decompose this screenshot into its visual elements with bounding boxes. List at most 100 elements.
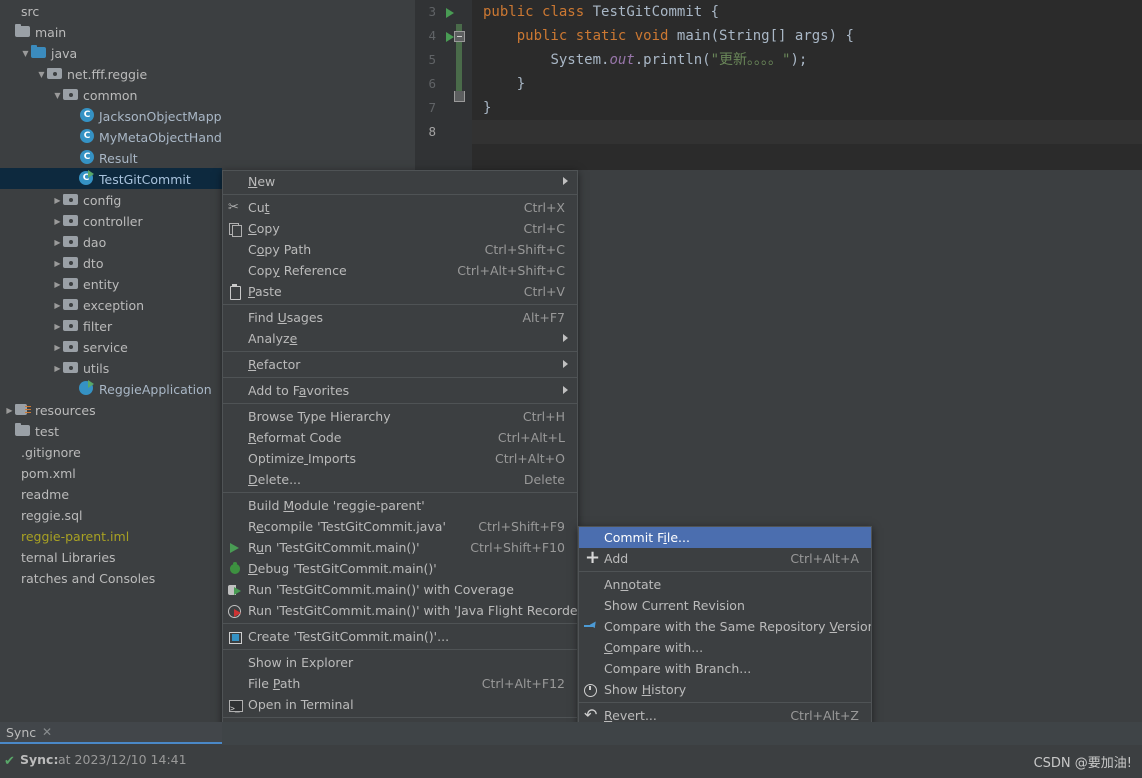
sync-tab-label[interactable]: Sync xyxy=(6,725,36,740)
tree-item-dao[interactable]: ▶ dao xyxy=(0,231,222,252)
sync-tab-bar[interactable]: Sync ✕ xyxy=(0,722,222,744)
menu-item-show-current-revision[interactable]: Show Current Revision xyxy=(579,595,871,616)
chevron-down-icon[interactable]: ▼ xyxy=(36,64,47,85)
menu-item-browse-type-hierarchy[interactable]: Browse Type Hierarchy Ctrl+H xyxy=(223,406,577,427)
code-line-6[interactable]: } xyxy=(472,72,1142,96)
tree-item-mymetaobjecthandler[interactable]: ▶ MyMetaObjectHandler xyxy=(0,126,222,147)
chevron-right-icon[interactable]: ▶ xyxy=(4,400,15,421)
menu-item-copy[interactable]: Copy Ctrl+C xyxy=(223,218,577,239)
menu-item-copy-path[interactable]: Copy Path Ctrl+Shift+C xyxy=(223,239,577,260)
menu-item-delete[interactable]: Delete... Delete xyxy=(223,469,577,490)
git-submenu[interactable]: Commit File... Add Ctrl+Alt+A Annotate Show … xyxy=(578,526,872,751)
menu-item-compare-with[interactable]: Compare with... xyxy=(579,637,871,658)
menu-item-build-module-reggie-parent[interactable]: Build Module 'reggie-parent' xyxy=(223,495,577,516)
chevron-right-icon[interactable]: ▶ xyxy=(52,358,63,379)
tree-item-service[interactable]: ▶ service xyxy=(0,336,222,357)
tree-item-dto[interactable]: ▶ dto xyxy=(0,252,222,273)
code-line-4[interactable]: public static void main(String[] args) { xyxy=(472,24,1142,48)
tree-item-config[interactable]: ▶ config xyxy=(0,189,222,210)
menu-item-add-to-favorites[interactable]: Add to Favorites xyxy=(223,380,577,401)
tree-item-readme[interactable]: ▶ readme xyxy=(0,483,222,504)
tree-item-common[interactable]: ▼ common xyxy=(0,84,222,105)
tree-item-filter[interactable]: ▶ filter xyxy=(0,315,222,336)
menu-item-compare-with-the-same-repository-version[interactable]: Compare with the Same Repository Version xyxy=(579,616,871,637)
menu-item-copy-reference[interactable]: Copy Reference Ctrl+Alt+Shift+C xyxy=(223,260,577,281)
chevron-down-icon[interactable]: ▼ xyxy=(52,85,63,106)
run-gutter-icon[interactable] xyxy=(446,32,454,42)
editor-text-area[interactable]: public class TestGitCommit { public stat… xyxy=(472,0,1142,170)
menu-item-debug-testgitcommit-main[interactable]: Debug 'TestGitCommit.main()' xyxy=(223,558,577,579)
project-tree-panel[interactable]: ▶ src ▶ main ▼ java ▼ net.fff.reggie ▼ common ▶ Jac… xyxy=(0,0,222,722)
chevron-right-icon[interactable]: ▶ xyxy=(52,337,63,358)
menu-item-run-testgitcommit-main[interactable]: Run 'TestGitCommit.main()' Ctrl+Shift+F10 xyxy=(223,537,577,558)
tree-item-utils[interactable]: ▶ utils xyxy=(0,357,222,378)
tree-item-resources[interactable]: ▶ resources xyxy=(0,399,222,420)
tree-item-controller[interactable]: ▶ controller xyxy=(0,210,222,231)
tree-item-test[interactable]: ▶ test xyxy=(0,420,222,441)
code-line-5[interactable]: System.out.println("更新。。。。"); xyxy=(472,48,1142,72)
code-fold-end-icon[interactable] xyxy=(454,91,465,102)
code-line-8[interactable] xyxy=(472,120,1142,144)
tree-item-entity[interactable]: ▶ entity xyxy=(0,273,222,294)
tree-item-ratches-and-consoles[interactable]: ▶ ratches and Consoles xyxy=(0,567,222,588)
close-icon[interactable]: ✕ xyxy=(42,725,52,739)
chevron-right-icon[interactable]: ▶ xyxy=(52,316,63,337)
chevron-right-icon[interactable]: ▶ xyxy=(52,295,63,316)
menu-item-run-testgitcommit-main-with-coverage[interactable]: Run 'TestGitCommit.main()' with Coverage xyxy=(223,579,577,600)
tree-item-exception[interactable]: ▶ exception xyxy=(0,294,222,315)
menu-item-open-in-terminal[interactable]: Open in Terminal xyxy=(223,694,577,719)
submenu-arrow-icon xyxy=(563,360,568,368)
tree-item-pom-xml[interactable]: ▶ pom.xml xyxy=(0,462,222,483)
tree-item-reggieapplication[interactable]: ▶ ReggieApplication xyxy=(0,378,222,399)
code-line-3[interactable]: public class TestGitCommit { xyxy=(472,0,1142,24)
menu-item-show-history[interactable]: Show History xyxy=(579,679,871,700)
menu-item-reformat-code[interactable]: Reformat Code Ctrl+Alt+L xyxy=(223,427,577,448)
menu-item-annotate[interactable]: Annotate xyxy=(579,574,871,595)
tree-item-main[interactable]: ▶ main xyxy=(0,21,222,42)
tree-item-src[interactable]: ▶ src xyxy=(0,0,222,21)
menu-item-file-path[interactable]: File Path Ctrl+Alt+F12 xyxy=(223,673,577,694)
tree-item-testgitcommit[interactable]: ▶ TestGitCommit xyxy=(0,168,222,189)
chevron-right-icon[interactable]: ▶ xyxy=(52,211,63,232)
code-line-7[interactable]: } xyxy=(472,96,1142,120)
menu-item-label: Run 'TestGitCommit.main()' with Coverage xyxy=(248,582,514,597)
editor-gutter[interactable]: 3 4 5 6 7 8 xyxy=(415,0,472,170)
tree-item-reggie-parent-iml[interactable]: ▶ reggie-parent.iml xyxy=(0,525,222,546)
menu-item-shortcut: Ctrl+X xyxy=(523,200,565,215)
menu-item-show-in-explorer[interactable]: Show in Explorer xyxy=(223,652,577,673)
menu-item-paste[interactable]: Paste Ctrl+V xyxy=(223,281,577,302)
tree-item-result[interactable]: ▶ Result xyxy=(0,147,222,168)
menu-item-run-testgitcommit-main-with-java-flight-recorder[interactable]: Run 'TestGitCommit.main()' with 'Java Fl… xyxy=(223,600,577,621)
tree-item-java[interactable]: ▼ java xyxy=(0,42,222,63)
menu-item-analyze[interactable]: Analyze xyxy=(223,328,577,349)
menu-item-create-testgitcommit-main[interactable]: Create 'TestGitCommit.main()'... xyxy=(223,626,577,647)
menu-item-add[interactable]: Add Ctrl+Alt+A xyxy=(579,547,871,569)
chevron-right-icon[interactable]: ▶ xyxy=(52,253,63,274)
menu-item-compare-with-branch[interactable]: Compare with Branch... xyxy=(579,658,871,679)
chevron-right-icon[interactable]: ▶ xyxy=(52,274,63,295)
sync-tool-window[interactable]: Sync ✕ ✔ Sync: at 2023/12/10 14:41 xyxy=(0,722,222,778)
menu-item-recompile-testgitcommit-java[interactable]: Recompile 'TestGitCommit.java' Ctrl+Shift… xyxy=(223,516,577,537)
run-gutter-icon[interactable] xyxy=(446,8,454,18)
code-editor[interactable]: 3 4 5 6 7 8 public class TestGitCommit { publ… xyxy=(415,0,1142,170)
menu-item-commit-file[interactable]: Commit File... xyxy=(579,527,871,548)
chevron-right-icon[interactable]: ▶ xyxy=(52,190,63,211)
tree-item-reggie-sql[interactable]: ▶ reggie.sql xyxy=(0,504,222,525)
menu-item-new[interactable]: New xyxy=(223,171,577,192)
chevron-right-icon: ▶ xyxy=(68,106,79,127)
tree-item-ternal-libraries[interactable]: ▶ ternal Libraries xyxy=(0,546,222,567)
menu-item-find-usages[interactable]: Find Usages Alt+F7 xyxy=(223,307,577,328)
tree-item-net-fff-reggie[interactable]: ▼ net.fff.reggie xyxy=(0,63,222,84)
menu-item-refactor[interactable]: Refactor xyxy=(223,354,577,375)
tree-item--gitignore[interactable]: ▶ .gitignore xyxy=(0,441,222,462)
tree-item-jacksonobjectmapper[interactable]: ▶ JacksonObjectMapper xyxy=(0,105,222,126)
menu-item-label: Optimize Imports xyxy=(248,451,357,466)
file-context-menu[interactable]: New Cut Ctrl+X Copy Ctrl+C Copy Path Ctrl+Shif… xyxy=(222,170,578,778)
code-fold-open-icon[interactable] xyxy=(454,31,465,42)
chevron-down-icon[interactable]: ▼ xyxy=(20,43,31,64)
menu-item-cut[interactable]: Cut Ctrl+X xyxy=(223,197,577,218)
menu-item-optimize-imports[interactable]: Optimize Imports Ctrl+Alt+O xyxy=(223,448,577,469)
chevron-right-icon[interactable]: ▶ xyxy=(52,232,63,253)
menu-item-label: Run 'TestGitCommit.main()' xyxy=(248,540,420,555)
